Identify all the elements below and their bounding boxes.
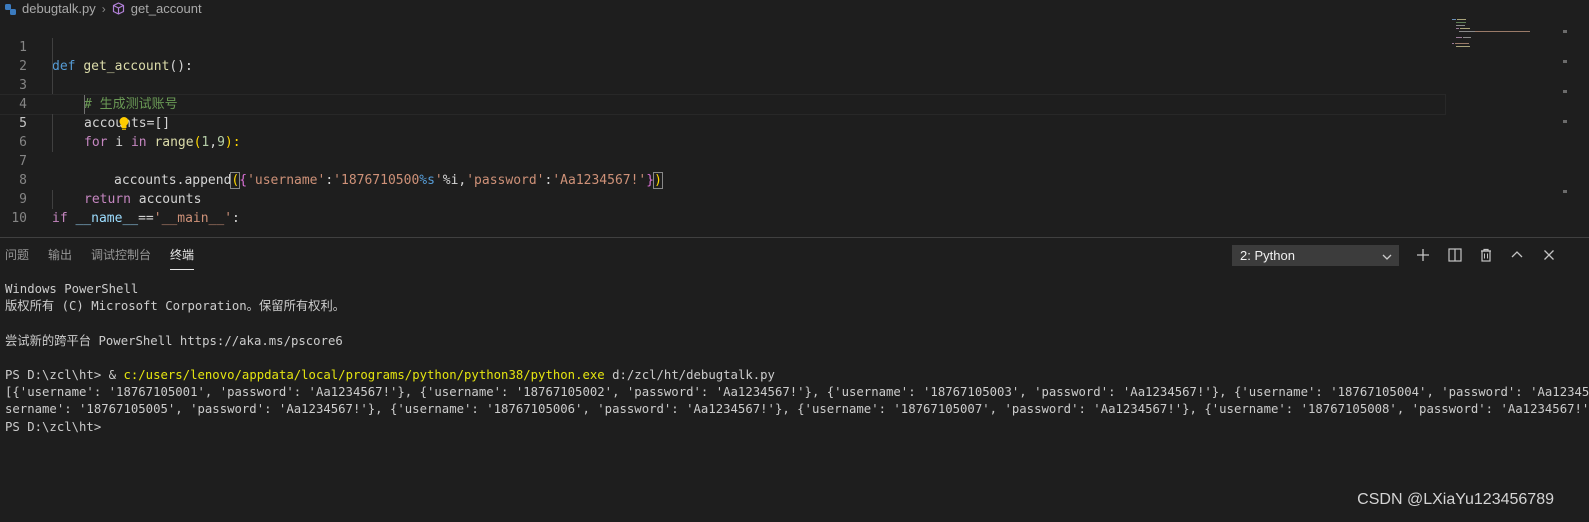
code-line[interactable]: 10 print(get_account()) <box>0 190 1445 264</box>
tab-debug-console[interactable]: 调试控制台 <box>91 246 151 270</box>
terminal-line: [{'username': '18767105001', 'password':… <box>5 385 1589 400</box>
code-line[interactable]: 7 return accounts <box>0 133 1445 207</box>
tab-problems[interactable]: 问题 <box>5 246 29 270</box>
script-argument: d:/zcl/ht/debugtalk.py <box>604 367 775 382</box>
bottom-panel: 问题 输出 调试控制台 终端 2: Python Windows PowerSh… <box>0 237 1589 522</box>
terminal-select-value: 2: Python <box>1240 248 1295 263</box>
python-file-icon <box>5 3 16 15</box>
terminal-line: 尝试新的跨平台 PowerShell https://aka.ms/pscore… <box>5 333 343 348</box>
code-text: : <box>232 211 240 226</box>
tab-output[interactable]: 输出 <box>48 246 72 270</box>
terminal-prompt: PS D:\zcl\ht> <box>5 419 109 434</box>
breadcrumb-symbol[interactable]: get_account <box>131 1 202 16</box>
keyword: if <box>52 211 68 226</box>
minimap[interactable] <box>1450 18 1560 58</box>
vscode-window: debugtalk.py › get_account 1 def get_acc… <box>0 0 1589 522</box>
close-icon[interactable] <box>1540 246 1558 264</box>
code-editor[interactable]: 1 def get_account(): 2 # 生成测试账号 3 accoun… <box>0 18 1589 264</box>
terminal-line: 版权所有 (C) Microsoft Corporation。保留所有权利。 <box>5 299 346 314</box>
watermark: CSDN @LXiaYu123456789 <box>1357 491 1554 508</box>
panel-tabs: 问题 输出 调试控制台 终端 <box>5 246 213 270</box>
breadcrumb-file[interactable]: debugtalk.py <box>22 1 96 16</box>
code-line[interactable]: 3 accounts=[] <box>0 57 1445 131</box>
line-number: 10 <box>11 211 27 226</box>
python-exe-path: c:/users/lenovo/appdata/local/programs/p… <box>123 367 605 382</box>
split-icon[interactable] <box>1446 246 1464 264</box>
code-line[interactable]: 9 if __name__=='__main__': <box>0 171 1445 226</box>
terminal-command-line: PS D:\zcl\ht> & c:/users/lenovo/appdata/… <box>5 367 1585 384</box>
variable: __name__ <box>67 211 139 226</box>
chevron-up-icon[interactable] <box>1508 246 1526 264</box>
lightbulb-icon[interactable] <box>54 97 129 130</box>
code-line[interactable]: 1 def get_account(): <box>0 19 1445 74</box>
terminal-output[interactable]: Windows PowerShell 版权所有 (C) Microsoft Co… <box>5 281 1589 436</box>
trash-icon[interactable] <box>1477 246 1495 264</box>
tab-terminal[interactable]: 终端 <box>170 246 195 270</box>
breadcrumb: debugtalk.py › get_account <box>0 0 1589 17</box>
code-line[interactable]: 8 <box>0 152 1445 188</box>
code-line[interactable]: 6 <box>0 114 1445 150</box>
operator: == <box>138 211 154 226</box>
method-cube-icon <box>112 2 125 15</box>
chevron-right-icon: › <box>101 1 106 16</box>
code-line[interactable]: 4 for i in range(1,9): <box>0 76 1445 150</box>
terminal-line: sername': '18767105005', 'password': 'Aa… <box>5 402 1589 417</box>
string: '__main__' <box>153 211 233 226</box>
code-line[interactable]: 2 # 生成测试账号 <box>0 38 1445 112</box>
terminal-prompt: PS D:\zcl\ht> & <box>5 367 124 382</box>
add-icon[interactable] <box>1414 246 1432 264</box>
code-line-current[interactable]: 5 accounts.append({'username':'187671050… <box>0 94 1446 189</box>
terminal-select[interactable]: 2: Python <box>1232 245 1399 266</box>
terminal-line: Windows PowerShell <box>5 282 139 296</box>
chevron-down-icon <box>1381 249 1393 261</box>
editor-scrollbar[interactable] <box>1561 18 1569 236</box>
